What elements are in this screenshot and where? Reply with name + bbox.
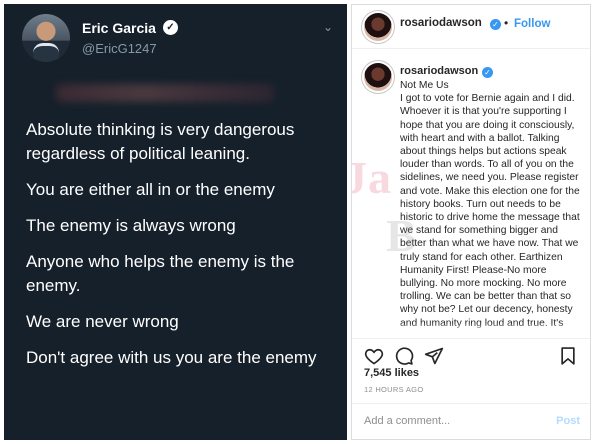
comment-icon[interactable]	[394, 346, 414, 366]
bookmark-icon[interactable]	[558, 346, 578, 366]
post-username[interactable]: rosariodawson	[400, 17, 482, 29]
tweet-line: We are never wrong	[26, 312, 179, 331]
comment-input[interactable]	[364, 415, 554, 427]
verified-check-icon: ✓	[163, 20, 178, 35]
tweet-line: Absolute thinking is very dangerous rega…	[26, 120, 295, 163]
redacted-text-blur	[56, 84, 274, 102]
tweet-line: Don't agree with us you are the enemy	[26, 348, 317, 367]
tweet-screenshot: Eric Garcia ✓ @EricG1247 ⌄ Absolute thin…	[4, 4, 347, 440]
verified-badge-icon: ✓	[490, 19, 501, 30]
caption-text: Not Me Us I got to vote for Bernie again…	[400, 79, 586, 330]
post-actions	[352, 338, 590, 370]
caption-avatar[interactable]	[364, 63, 392, 91]
watermark-text: Ja	[352, 152, 392, 203]
avatar[interactable]	[22, 14, 70, 62]
separator-dot: •	[504, 16, 509, 30]
caption-line: I got to vote for Bernie again and I did…	[400, 93, 580, 328]
chevron-down-icon[interactable]: ⌄	[323, 20, 333, 34]
caption-username[interactable]: rosariodawson	[400, 65, 478, 77]
comment-bar: Post	[352, 403, 590, 440]
tweet-header: Eric Garcia ✓ @EricG1247 ⌄	[22, 14, 337, 66]
post-header: rosariodawson ✓ • Follow	[352, 5, 590, 49]
verified-badge-icon: ✓	[482, 67, 493, 78]
heart-icon[interactable]	[364, 346, 384, 366]
post-timestamp[interactable]: 12 HOURS AGO	[364, 385, 423, 394]
share-icon[interactable]	[424, 346, 444, 366]
post-comment-button[interactable]: Post	[556, 415, 580, 427]
tweet-author-handle[interactable]: @EricG1247	[82, 41, 157, 56]
tweet-author-name[interactable]: Eric Garcia	[82, 20, 156, 36]
tweet-line: You are either all in or the enemy	[26, 180, 275, 199]
tweet-body: Absolute thinking is very dangerous rega…	[26, 118, 342, 382]
follow-button[interactable]: Follow	[514, 18, 550, 30]
caption-fade	[352, 323, 590, 333]
avatar[interactable]	[364, 13, 392, 41]
post-caption: rosariodawson ✓ Not Me Us I got to vote …	[352, 59, 590, 333]
tweet-line: The enemy is always wrong	[26, 216, 236, 235]
caption-line: Not Me Us	[400, 80, 449, 91]
likes-count[interactable]: 7,545 likes	[364, 367, 419, 379]
tweet-line: Anyone who helps the enemy is the enemy.	[26, 252, 295, 295]
instagram-post: rosariodawson ✓ • Follow rosariodawson ✓…	[351, 4, 591, 440]
